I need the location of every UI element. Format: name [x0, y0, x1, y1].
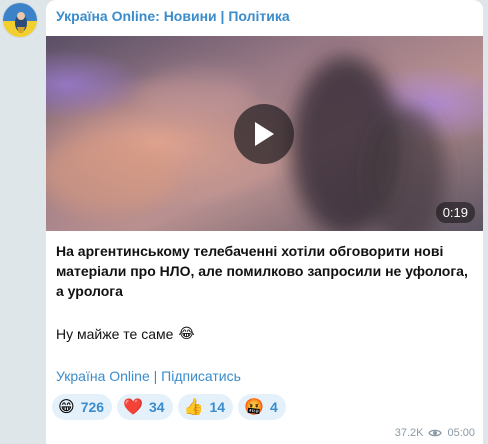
reaction-grinning[interactable]: 😁 726 [52, 394, 113, 420]
reaction-count: 34 [148, 399, 165, 415]
message-headline: На аргентинському телебаченні хотіли обг… [56, 243, 468, 299]
red-heart-icon: ❤️ [123, 399, 143, 416]
chat-area: Україна Online: Новини | Політика 0:19 Н… [0, 0, 488, 444]
message-bubble: Україна Online: Новини | Політика 0:19 Н… [46, 0, 483, 444]
comment-text: Ну майже те саме [56, 325, 174, 342]
message-time: 05:00 [447, 427, 475, 439]
video-duration: 0:19 [435, 202, 475, 223]
eye-icon [428, 429, 443, 437]
play-button[interactable] [234, 104, 294, 164]
reaction-angry[interactable]: 🤬 4 [238, 394, 286, 420]
subscribe-link[interactable]: Україна Online | Підписатись [56, 368, 241, 384]
view-count: 37.2K [394, 427, 424, 439]
video-preview[interactable]: 0:19 [46, 36, 483, 231]
angry-face-icon: 🤬 [244, 399, 264, 416]
play-icon [255, 122, 274, 146]
reaction-heart[interactable]: ❤️ 34 [117, 394, 173, 420]
grinning-face-icon: 😁 [58, 399, 75, 416]
reaction-count: 726 [80, 399, 105, 415]
message-meta: 37.2K 05:00 [395, 427, 475, 439]
reactions-bar: 😁 726 ❤️ 34 👍 14 🤬 4 [52, 394, 286, 420]
tears-of-joy-emoji-icon: 😂 [178, 325, 195, 341]
reaction-count: 4 [269, 399, 278, 415]
reaction-thumbs-up[interactable]: 👍 14 [177, 394, 234, 420]
message-comment: Ну майже те саме 😂 [56, 325, 195, 342]
channel-avatar[interactable] [2, 2, 38, 38]
avatar-image [3, 3, 37, 37]
reaction-count: 14 [209, 399, 226, 415]
thumbs-up-icon: 👍 [183, 399, 204, 416]
channel-title[interactable]: Україна Online: Новини | Політика [56, 8, 290, 24]
